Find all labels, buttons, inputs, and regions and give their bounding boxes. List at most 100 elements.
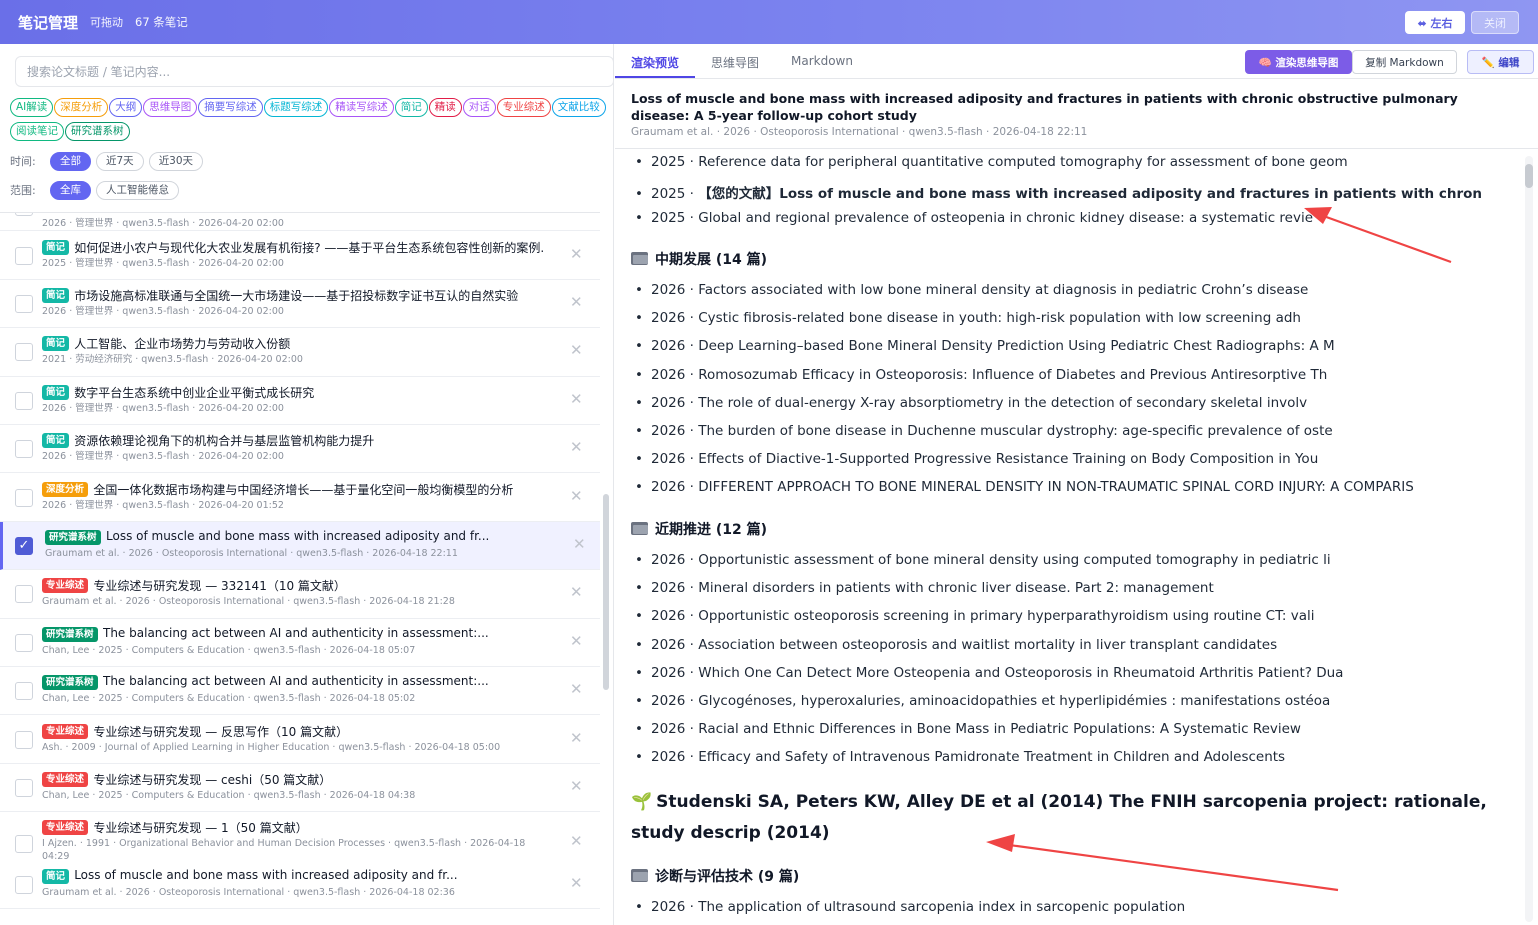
note-meta: Ash. · 2009 · Journal of Applied Learnin… (42, 741, 501, 753)
note-checkbox[interactable]: ✓ (15, 536, 33, 555)
delete-note-icon[interactable]: ✕ (570, 213, 583, 214)
delete-note-icon[interactable]: ✕ (570, 874, 583, 892)
delete-note-icon[interactable]: ✕ (570, 245, 583, 263)
copy-markdown-button[interactable]: 复制 Markdown (1352, 50, 1457, 74)
note-type-badge: 专业综述 (42, 820, 89, 836)
time-filter-30d[interactable]: 近30天 (148, 151, 204, 171)
delete-note-icon[interactable]: ✕ (570, 390, 583, 408)
note-checkbox[interactable]: ✓ (15, 488, 33, 507)
tag-filter[interactable]: 文献比较 (551, 98, 606, 117)
note-item[interactable]: ✓ 简记如何促进小农户与现代化大农业发展有机衔接? ——基于平台生态系统包容性创新… (0, 231, 600, 280)
layout-toggle-button[interactable]: ⬌ 左右 (1405, 11, 1465, 34)
note-item[interactable]: ✓ 简记数字平台生态系统中创业企业平衡式成长研究 2026 · 管理世界 · qwe… (0, 376, 600, 426)
tag-filter[interactable]: 阅读笔记 (10, 122, 64, 141)
timeline-item: • 2025 · Reference data for peripheral qu… (635, 154, 1348, 170)
close-button[interactable]: 关闭 (1471, 11, 1519, 34)
note-item[interactable]: ✓ 深度分析全国一体化数据市场构建与中国经济增长——基于量化空间一般均衡模型的分析… (0, 473, 600, 522)
tag-filter[interactable]: 思维导图 (143, 98, 198, 117)
note-checkbox[interactable]: ✓ (15, 778, 33, 797)
delete-note-icon[interactable]: ✕ (570, 832, 583, 850)
time-filter-label: 时间: (10, 155, 36, 168)
note-type-badge: 简记 (42, 336, 70, 352)
tag-filter[interactable]: 专业综述 (496, 98, 551, 117)
tag-filter[interactable]: AI解读 (10, 98, 54, 117)
render-mindmap-button[interactable]: 🧠 渲染思维导图 (1245, 50, 1352, 74)
time-filter-7d[interactable]: 近7天 (96, 151, 144, 171)
note-checkbox[interactable]: ✓ (15, 213, 33, 216)
rendered-content[interactable]: • 2025 · Reference data for peripheral qu… (615, 149, 1523, 925)
note-checkbox[interactable]: ✓ (15, 730, 33, 749)
note-item[interactable]: ✓ 简记 Loss of muscle and bone mass with inc… (0, 860, 600, 910)
bullet-icon: • (635, 552, 643, 568)
note-item[interactable]: ✓ 简记市场设施高标准联通与全国统一大市场建设——基于招投标数字证书互认的自然实验… (0, 279, 600, 329)
note-checkbox[interactable]: ✓ (15, 343, 33, 362)
note-type-badge: 专业综述 (42, 723, 89, 739)
delete-note-icon[interactable]: ✕ (570, 632, 583, 650)
title-bar[interactable]: 笔记管理 可拖动 67 条笔记 ⬌ 左右 关闭 (0, 0, 1538, 44)
bullet-icon: • (635, 310, 643, 327)
note-item[interactable]: ✓ 简记资源依赖理论视角下的机构合并与基层监管机构能力提升 2026 · 管理世界 … (0, 425, 600, 474)
content-scrollbar-thumb[interactable] (1525, 164, 1533, 188)
delete-note-icon[interactable]: ✕ (570, 777, 583, 795)
note-type-badge: 研究谱系树 (42, 626, 98, 642)
delete-note-icon[interactable]: ✕ (573, 535, 586, 553)
note-checkbox[interactable]: ✓ (15, 246, 33, 265)
notes-list[interactable]: ✓ 2026 · 管理世界 · qwen3.5-flash · 2026-04-2… (0, 212, 600, 925)
delete-note-icon[interactable]: ✕ (570, 729, 583, 747)
note-checkbox[interactable]: ✓ (15, 391, 33, 410)
delete-note-icon[interactable]: ✕ (570, 341, 583, 359)
note-type-badge: 研究谱系树 (42, 675, 98, 691)
note-item[interactable]: ✓ 专业综述专业综述与研究发现 — 332141（10 篇文献） Graumam e… (0, 570, 600, 619)
edit-button[interactable]: ✏️ 编辑 (1467, 50, 1534, 74)
note-item[interactable]: ✓ 研究谱系树 Loss of muscle and bone mass with … (0, 521, 600, 571)
note-title: 全国一体化数据市场构建与中国经济增长——基于量化空间一般均衡模型的分析 (93, 482, 514, 497)
note-checkbox[interactable]: ✓ (15, 294, 33, 313)
notes-scrollbar[interactable] (603, 494, 609, 690)
delete-note-icon[interactable]: ✕ (570, 438, 583, 456)
scope-filter-all[interactable]: 全库 (50, 180, 91, 200)
your-paper-title: 【您的文献】Loss of muscle and bone mass with … (698, 186, 1483, 202)
tag-filter[interactable]: 深度分析 (54, 98, 109, 117)
note-item[interactable]: ✓ 专业综述专业综述与研究发现 — ceshi（50 篇文献） Chan, Lee … (0, 763, 600, 813)
note-checkbox[interactable]: ✓ (15, 682, 33, 701)
search-input[interactable]: 搜索论文标题 / 笔记内容... (15, 56, 614, 87)
delete-note-icon[interactable]: ✕ (570, 293, 583, 311)
tag-filter[interactable]: 对话 (462, 98, 496, 117)
note-item[interactable]: ✓ 研究谱系树 The balancing act between AI and a… (0, 667, 600, 716)
tag-filter[interactable]: 大纲 (109, 98, 143, 117)
timeline-item: • 2026 · The burden of bone disease in Du… (635, 423, 1333, 439)
bullet-icon: • (635, 580, 643, 597)
tab-render-preview[interactable]: 渲染预览 (631, 54, 679, 71)
timeline-item: • 2026 · The role of dual-energy X-ray ab… (635, 394, 1308, 411)
delete-note-icon[interactable]: ✕ (570, 487, 583, 505)
note-item[interactable]: ✓ 研究谱系树 The balancing act between AI and a… (0, 618, 600, 668)
note-checkbox[interactable]: ✓ (15, 440, 33, 459)
note-item[interactable]: ✓ 简记人工智能、企业市场势力与劳动收入份额 2021 · 劳动经济研究 · qwe… (0, 328, 600, 377)
note-checkbox[interactable]: ✓ (15, 835, 33, 854)
tag-filter[interactable]: 精读写综述 (329, 98, 394, 117)
tag-filter[interactable]: 简记 (394, 98, 428, 117)
tag-filter[interactable]: 标题写综述 (263, 98, 329, 117)
note-item[interactable]: ✓ 专业综述专业综述与研究发现 — 反思写作（10 篇文献） Ash. · 2009… (0, 715, 600, 764)
note-meta: Chan, Lee · 2025 · Computers & Education… (42, 644, 416, 656)
tag-filter[interactable]: 精读 (428, 98, 462, 117)
content-scrollbar-track[interactable] (1525, 156, 1533, 922)
tab-mindmap[interactable]: 思维导图 (711, 54, 759, 71)
bullet-icon: • (635, 423, 643, 439)
bullet-icon: • (635, 282, 643, 298)
item-year: 2025 · (651, 186, 699, 202)
scope-filter-ai-burnout[interactable]: 人工智能倦怠 (96, 180, 179, 200)
note-checkbox[interactable]: ✓ (15, 633, 33, 652)
timeline-item: • 2025 · Global and regional prevalence o… (635, 210, 1314, 226)
note-checkbox[interactable]: ✓ (15, 875, 33, 894)
time-filter-all[interactable]: 全部 (50, 151, 91, 171)
timeline-item: • 2026 · Opportunistic osteoporosis scree… (635, 608, 1315, 625)
note-item[interactable]: ✓ 2026 · 管理世界 · qwen3.5-flash · 2026-04-2… (0, 213, 600, 231)
tag-filter[interactable]: 摘要写综述 (198, 98, 263, 117)
time-filter-row: 时间: 全部 近7天 近30天 (10, 151, 208, 171)
delete-note-icon[interactable]: ✕ (570, 583, 583, 601)
tag-filter[interactable]: 研究谱系树 (65, 122, 130, 141)
delete-note-icon[interactable]: ✕ (570, 680, 583, 698)
tab-markdown[interactable]: Markdown (791, 54, 853, 68)
note-checkbox[interactable]: ✓ (15, 585, 33, 604)
